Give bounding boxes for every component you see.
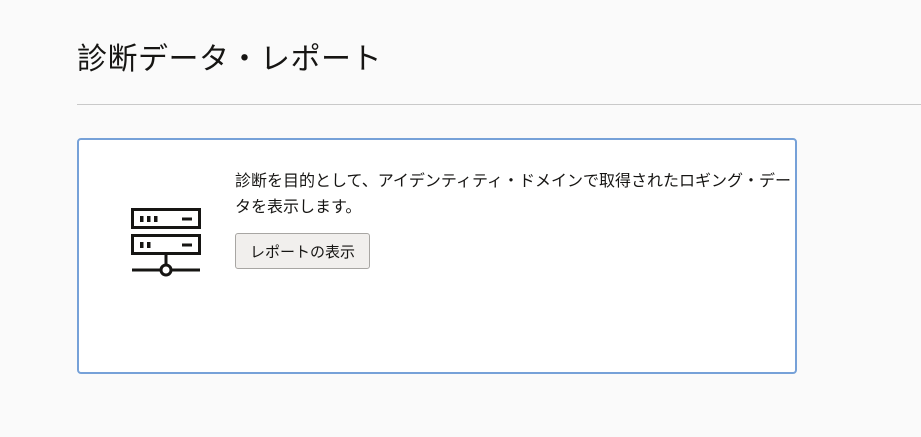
card-description: 診断を目的として、アイデンティティ・ドメインで取得されたロギング・データを表示し… bbox=[235, 171, 792, 216]
diagnostic-report-card: 診断を目的として、アイデンティティ・ドメインで取得されたロギング・データを表示し… bbox=[77, 138, 797, 374]
title-divider bbox=[77, 104, 921, 105]
page-title: 診断データ・レポート bbox=[77, 42, 382, 77]
server-icon bbox=[131, 208, 201, 280]
view-report-button[interactable]: レポートの表示 bbox=[235, 233, 371, 269]
